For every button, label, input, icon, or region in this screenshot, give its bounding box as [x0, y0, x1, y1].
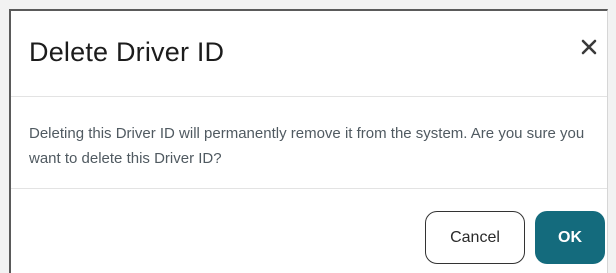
- dialog-title: Delete Driver ID: [29, 37, 225, 67]
- cancel-button[interactable]: Cancel: [425, 211, 525, 264]
- ok-button[interactable]: OK: [535, 211, 605, 264]
- modal-backdrop: Delete Driver ID Deleting this Driver ID…: [0, 0, 616, 273]
- dialog-body: Deleting this Driver ID will permanently…: [11, 97, 607, 189]
- dialog-message: Deleting this Driver ID will permanently…: [29, 125, 585, 167]
- delete-driver-id-dialog: Delete Driver ID Deleting this Driver ID…: [9, 9, 608, 273]
- close-button[interactable]: [575, 33, 603, 61]
- close-icon: [581, 39, 597, 55]
- dialog-header: Delete Driver ID: [11, 11, 607, 97]
- dialog-footer: Cancel OK: [11, 189, 607, 273]
